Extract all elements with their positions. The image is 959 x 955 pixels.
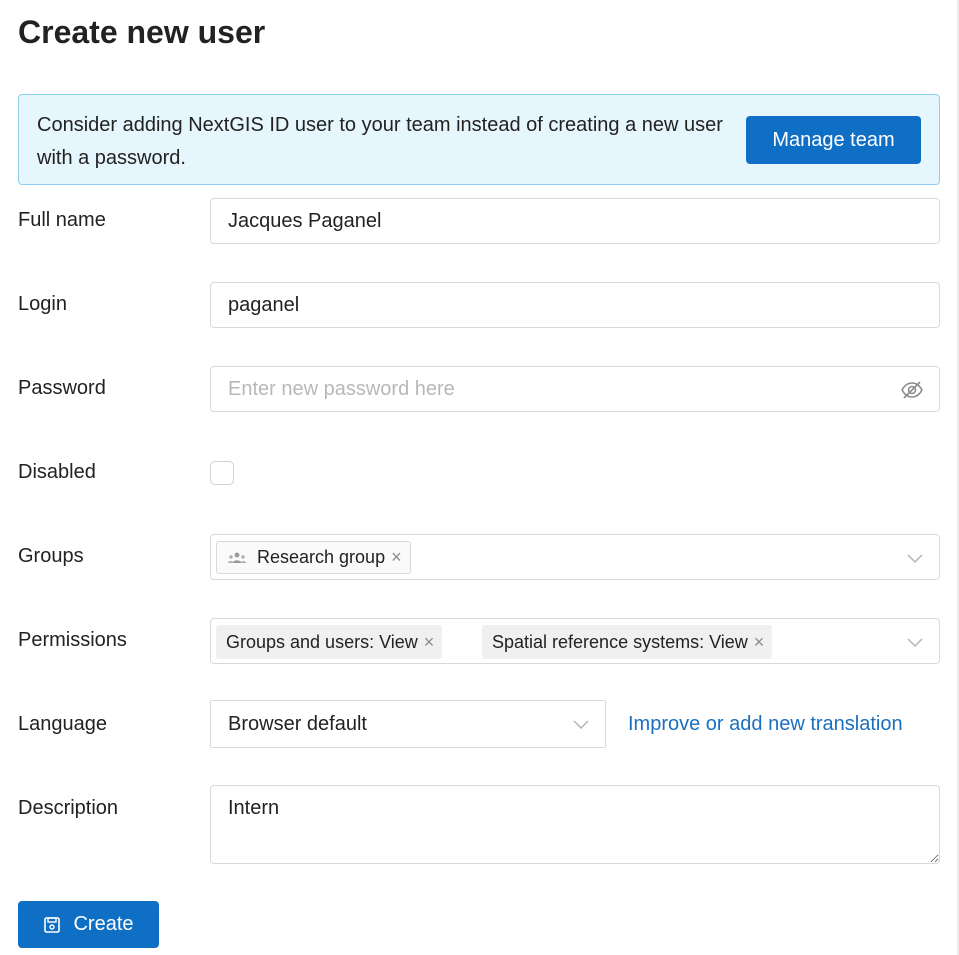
permissions-label: Permissions xyxy=(18,629,127,651)
permission-tag-label: Groups and users: View xyxy=(226,631,418,652)
permissions-select[interactable]: Groups and users: View × Spatial referen… xyxy=(210,618,940,664)
disabled-label: Disabled xyxy=(18,461,96,483)
language-value: Browser default xyxy=(228,713,367,735)
permission-tag-label: Spatial reference systems: View xyxy=(492,631,748,652)
create-user-page: Create new user Consider adding NextGIS … xyxy=(0,0,959,955)
groups-label: Groups xyxy=(18,545,84,567)
save-icon xyxy=(44,916,61,933)
chevron-down-icon[interactable] xyxy=(906,636,924,648)
close-icon[interactable]: × xyxy=(424,632,435,653)
translation-link[interactable]: Improve or add new translation xyxy=(628,713,903,736)
close-icon[interactable]: × xyxy=(391,547,402,568)
password-label: Password xyxy=(18,377,106,399)
manage-team-button[interactable]: Manage team xyxy=(746,116,921,164)
chevron-down-icon[interactable] xyxy=(572,718,590,730)
banner-text: Consider adding NextGIS ID user to your … xyxy=(37,114,723,169)
close-icon[interactable]: × xyxy=(754,632,765,653)
page-title: Create new user xyxy=(18,14,266,50)
disabled-checkbox[interactable] xyxy=(210,461,234,485)
language-label: Language xyxy=(18,713,107,735)
info-banner: Consider adding NextGIS ID user to your … xyxy=(18,94,940,185)
group-tag: Research group × xyxy=(216,541,411,574)
full-name-label: Full name xyxy=(18,209,106,231)
permission-tag: Spatial reference systems: View × xyxy=(482,625,773,659)
group-tag-label: Research group xyxy=(257,547,386,567)
eye-invisible-icon[interactable] xyxy=(900,378,924,402)
team-icon xyxy=(227,552,247,563)
create-button-label: Create xyxy=(73,913,134,935)
create-button[interactable]: Create xyxy=(18,901,159,948)
description-textarea[interactable]: Intern xyxy=(210,785,940,864)
groups-select[interactable]: Research group × xyxy=(210,534,940,580)
chevron-down-icon[interactable] xyxy=(906,552,924,564)
login-input[interactable] xyxy=(210,282,940,328)
permission-tag: Groups and users: View × xyxy=(216,625,443,659)
full-name-input[interactable] xyxy=(210,198,940,244)
login-label: Login xyxy=(18,293,67,315)
password-input[interactable] xyxy=(210,366,940,412)
description-label: Description xyxy=(18,797,119,819)
language-select[interactable]: Browser default xyxy=(210,700,606,748)
